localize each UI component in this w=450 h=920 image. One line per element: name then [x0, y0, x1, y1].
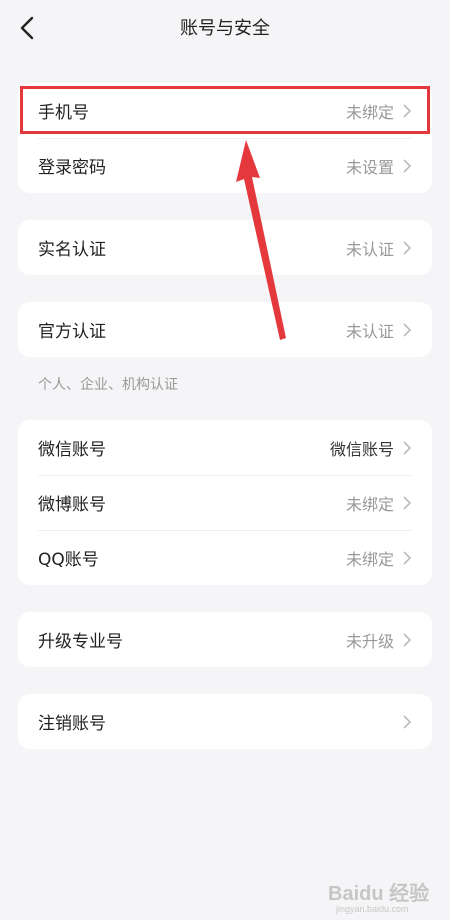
row-upgrade-pro[interactable]: 升级专业号 未升级	[18, 612, 432, 667]
row-cancel-account[interactable]: 注销账号	[18, 694, 432, 749]
account-group-2: 实名认证 未认证	[18, 220, 432, 275]
chevron-right-icon	[402, 550, 412, 566]
account-group-6: 注销账号	[18, 694, 432, 749]
watermark-text: Baidu 经验	[328, 881, 429, 905]
row-wechat[interactable]: 微信账号 微信账号	[18, 420, 432, 475]
chevron-right-icon	[402, 632, 412, 648]
row-label: 微博账号	[38, 495, 106, 515]
watermark-subtext: jingyan.baidu.com	[335, 904, 409, 914]
row-value: 微信账号	[329, 439, 394, 459]
chevron-right-icon	[402, 158, 412, 174]
row-value: 未认证	[345, 321, 394, 341]
row-label: QQ账号	[38, 550, 99, 570]
chevron-right-icon	[402, 240, 412, 256]
chevron-right-icon	[402, 322, 412, 338]
account-group-4: 微信账号 微信账号 微博账号 未绑定 QQ账号 未绑定	[18, 420, 432, 585]
account-group-3: 官方认证 未认证	[18, 302, 432, 357]
row-label: 实名认证	[38, 240, 106, 260]
row-label: 登录密码	[38, 158, 106, 178]
annotation-arrow	[236, 140, 286, 340]
official-verify-hint: 个人、企业、机构认证	[38, 377, 178, 393]
row-value: 未绑定	[345, 549, 394, 569]
row-value: 未绑定	[345, 494, 394, 514]
row-real-name[interactable]: 实名认证 未认证	[18, 220, 432, 275]
row-qq[interactable]: QQ账号 未绑定	[18, 530, 432, 585]
chevron-right-icon	[402, 495, 412, 511]
nav-bar: 账号与安全	[0, 0, 450, 56]
row-value: 未设置	[345, 157, 394, 177]
row-official-verify[interactable]: 官方认证 未认证	[18, 302, 432, 357]
row-label: 注销账号	[38, 714, 106, 734]
row-label: 官方认证	[38, 322, 106, 342]
row-login-password[interactable]: 登录密码 未设置	[18, 138, 432, 193]
chevron-right-icon	[402, 440, 412, 456]
row-value: 未升级	[345, 631, 394, 651]
highlight-box	[20, 86, 430, 134]
chevron-right-icon	[402, 714, 412, 730]
page-title: 账号与安全	[180, 18, 270, 39]
row-value: 未认证	[345, 239, 394, 259]
watermark-logo: Baidu 经验 jingyan.baidu.com	[328, 881, 429, 914]
row-weibo[interactable]: 微博账号 未绑定	[18, 475, 432, 530]
account-group-5: 升级专业号 未升级	[18, 612, 432, 667]
row-label: 升级专业号	[38, 632, 123, 652]
row-label: 微信账号	[38, 440, 106, 460]
